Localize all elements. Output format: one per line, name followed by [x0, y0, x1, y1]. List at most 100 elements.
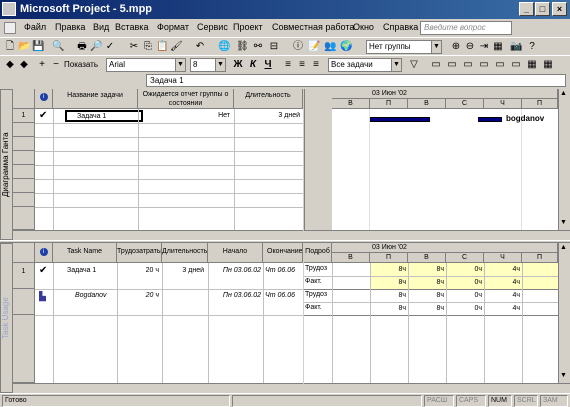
select-all-cell[interactable]	[13, 89, 35, 109]
menu-file[interactable]: Файл	[24, 22, 46, 32]
align-right-icon[interactable]: ≡	[310, 59, 322, 71]
start-cell[interactable]: Пн 03.06.02	[208, 292, 261, 299]
task-name-cell[interactable]: Задача 1	[67, 267, 96, 274]
unlink-tasks-icon[interactable]: ⚯	[252, 41, 264, 53]
column-header-report-status[interactable]: Ожидается отчет группы о состоянии	[138, 89, 234, 109]
font-size-combo[interactable]: 8 ▼	[190, 58, 226, 72]
detail-cell[interactable]: 0ч	[446, 305, 482, 312]
row-header[interactable]	[13, 179, 35, 193]
filter-combo[interactable]: Все задачи ▼	[328, 58, 402, 72]
row-header[interactable]	[13, 289, 35, 315]
select-all-cell[interactable]	[13, 243, 35, 263]
start-cell[interactable]: Пн 03.06.02	[208, 267, 261, 274]
row-header[interactable]	[13, 165, 35, 179]
detail-cell[interactable]: 8ч	[408, 305, 444, 312]
search-icon[interactable]: 🔍	[52, 41, 64, 53]
paste-icon[interactable]: 📋	[156, 41, 168, 53]
vertical-scrollbar[interactable]: ▲ ▼	[558, 243, 570, 383]
indicators-header[interactable]: i	[35, 89, 53, 109]
outdent-icon[interactable]: +	[36, 59, 48, 71]
goto-task-icon[interactable]: ⇥	[478, 41, 490, 53]
detail-cell[interactable]: 4ч	[484, 279, 520, 286]
scroll-up-icon[interactable]: ▲	[560, 90, 567, 97]
view-bar-gantt[interactable]: Диаграмма Ганта	[0, 89, 13, 240]
print-icon[interactable]: 🖶	[76, 41, 88, 53]
column-header-start[interactable]: Начало	[208, 243, 263, 263]
save-icon[interactable]: 💾	[32, 41, 44, 53]
sheet-view-icon[interactable]: ▦	[526, 59, 538, 71]
finish-cell[interactable]: Чт 06.06	[265, 292, 303, 299]
menu-format[interactable]: Формат	[157, 22, 189, 32]
open-icon[interactable]: 📂	[18, 41, 30, 53]
menu-tools[interactable]: Сервис	[197, 22, 228, 32]
duration-cell[interactable]: 3 дней	[162, 267, 204, 274]
arrow-left-icon[interactable]: ◆	[4, 59, 16, 71]
zoom-out-icon[interactable]: ⊖	[464, 41, 476, 53]
gantt-chart-area[interactable]: 03 Июн '02 В П В С Ч П bogdanov	[332, 89, 558, 230]
close-button[interactable]: ×	[552, 2, 567, 16]
undo-icon[interactable]: ↶	[194, 41, 206, 53]
finish-cell[interactable]: Чт 06.06	[265, 267, 303, 274]
row-header[interactable]	[13, 193, 35, 207]
link-tasks-icon[interactable]: ⛓	[236, 41, 249, 53]
arrow-right-icon[interactable]: ◆	[18, 59, 30, 71]
resource-view-icon[interactable]: ▭	[478, 59, 490, 71]
row-number[interactable]: 1	[13, 109, 35, 123]
tracking-view-icon[interactable]: ▭	[510, 59, 522, 71]
detail-cell[interactable]: 4ч	[484, 292, 520, 299]
network-view-icon[interactable]: ▭	[446, 59, 458, 71]
copy-icon[interactable]: ⎘	[142, 41, 154, 53]
camera-icon[interactable]: 📷	[510, 41, 522, 53]
details-header[interactable]: Подроб	[304, 243, 332, 263]
document-icon[interactable]	[4, 22, 16, 34]
app-icon[interactable]	[2, 2, 16, 16]
chart-horizontal-scrollbar[interactable]	[304, 383, 570, 393]
detail-cell[interactable]: 8ч	[370, 305, 406, 312]
maximize-button[interactable]: □	[535, 2, 550, 16]
show-menu[interactable]: Показать	[64, 60, 98, 69]
column-header-finish[interactable]: Окончание	[263, 243, 303, 263]
autofilter-icon[interactable]: ▽	[408, 59, 420, 71]
entry-field[interactable]: Задача 1	[146, 74, 566, 87]
minimize-button[interactable]: _	[519, 2, 534, 16]
task-bar[interactable]	[370, 117, 430, 122]
align-center-icon[interactable]: ≡	[296, 59, 308, 71]
work-cell[interactable]: 20 ч	[117, 292, 159, 299]
row-header[interactable]	[13, 315, 35, 383]
usage-view-icon[interactable]: ▭	[494, 59, 506, 71]
detail-cell[interactable]: 0ч	[446, 279, 482, 286]
task-notes-icon[interactable]: 📝	[308, 41, 320, 53]
menu-collaborate[interactable]: Совместная работа	[272, 22, 354, 32]
column-header-duration[interactable]: Длительность	[234, 89, 303, 109]
task-name-cell[interactable]: Задача 1	[65, 110, 143, 122]
menu-window[interactable]: Окно	[353, 22, 374, 32]
menu-insert[interactable]: Вставка	[115, 22, 148, 32]
cut-icon[interactable]: ✂	[128, 41, 140, 53]
work-cell[interactable]: 20 ч	[117, 267, 159, 274]
detail-cell[interactable]: 8ч	[408, 279, 444, 286]
group-combo[interactable]: Нет группы ▼	[366, 40, 442, 54]
detail-cell[interactable]: 8ч	[408, 266, 444, 273]
row-number[interactable]: 1	[13, 263, 35, 289]
chart-horizontal-scrollbar[interactable]	[304, 230, 570, 240]
spelling-icon[interactable]: ✓	[104, 41, 116, 53]
task-info-icon[interactable]: ⓘ	[292, 41, 304, 53]
detail-cell[interactable]: 0ч	[446, 292, 482, 299]
indicators-header[interactable]: i	[35, 243, 53, 263]
duration-cell[interactable]: 3 дней	[234, 112, 300, 119]
column-header-duration[interactable]: Длительность	[162, 243, 208, 263]
horizontal-scrollbar[interactable]	[13, 383, 303, 393]
detail-cell[interactable]: 4ч	[484, 266, 520, 273]
detail-cell[interactable]: 8ч	[370, 279, 406, 286]
detail-cell[interactable]: 4ч	[484, 305, 520, 312]
detail-cell[interactable]: 0ч	[446, 266, 482, 273]
task-name-cell[interactable]: Bogdanov	[75, 292, 107, 299]
underline-button[interactable]: Ч	[262, 59, 274, 71]
publish-icon[interactable]: 🌍	[340, 41, 352, 53]
row-header[interactable]	[13, 151, 35, 165]
row-header[interactable]	[13, 137, 35, 151]
help-icon[interactable]: ?	[526, 41, 538, 53]
detail-cell[interactable]: 8ч	[370, 292, 406, 299]
new-icon[interactable]: 🗋	[4, 41, 16, 53]
zoom-in-icon[interactable]: ⊕	[450, 41, 462, 53]
